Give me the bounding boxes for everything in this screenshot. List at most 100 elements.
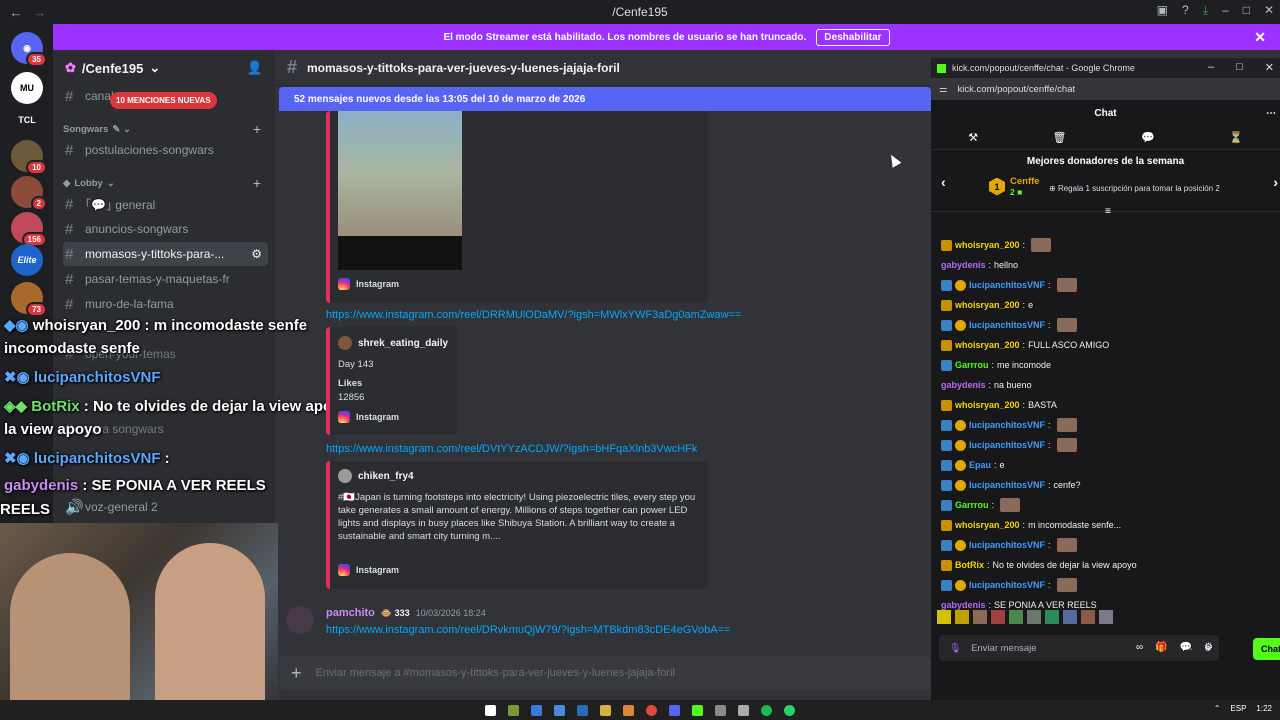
folder-icon[interactable] <box>600 704 611 716</box>
chat-username[interactable]: gabydenis <box>941 600 986 610</box>
taskbar-app-icon[interactable] <box>738 704 749 716</box>
chat-username[interactable]: Garrrou <box>955 500 989 510</box>
attach-plus-icon[interactable]: + <box>291 663 302 684</box>
server-header[interactable]: ✿ /Cenfe195 ⌄ <box>53 50 275 86</box>
message-author[interactable]: pamchito <box>326 607 375 619</box>
download-icon[interactable]: ⤓ <box>1203 3 1208 18</box>
gift-sub-hint[interactable]: ⊕ Regala 1 suscripción para tomar la pos… <box>1049 184 1220 193</box>
chat-username[interactable]: lucipanchitosVNF <box>969 580 1045 590</box>
server-icon[interactable]: TCL <box>11 104 43 136</box>
taskbar-app-icon[interactable] <box>715 704 726 716</box>
banner-close-icon[interactable]: ✕ <box>1254 29 1266 46</box>
maximize-icon[interactable]: □ <box>1243 3 1250 18</box>
whatsapp-icon[interactable] <box>784 704 795 716</box>
taskbar-app-icon[interactable] <box>508 704 519 716</box>
emote-icon[interactable] <box>1027 610 1041 624</box>
message-link[interactable]: https://www.instagram.com/reel/DRRMUlODa… <box>326 309 741 321</box>
chat-username[interactable]: whoisryan_200 <box>955 240 1020 250</box>
add-member-icon[interactable]: 👤 <box>247 60 263 76</box>
server-icon[interactable]: 73 <box>11 282 47 317</box>
minimize-icon[interactable]: – <box>1208 61 1214 74</box>
voice-channel[interactable]: 🔊 voz-general 2 <box>63 495 268 519</box>
video-thumbnail[interactable] <box>338 111 462 236</box>
tray-lang[interactable]: ESP <box>1230 704 1246 713</box>
chevron-right-icon[interactable]: › <box>1273 174 1278 190</box>
avatar[interactable] <box>286 606 314 634</box>
emote-icon[interactable] <box>1009 610 1023 624</box>
site-settings-icon[interactable]: ⚌ <box>939 84 948 95</box>
microphone-icon[interactable]: 🎙 <box>949 643 961 654</box>
chat-username[interactable]: lucipanchitosVNF <box>969 540 1045 550</box>
channel-item[interactable]: # pasar-temas-y-maquetas-fr <box>63 267 268 291</box>
tray-clock[interactable]: 1:22 <box>1256 704 1272 713</box>
help-icon[interactable]: ? <box>1182 3 1189 18</box>
channel-item[interactable]: # anuncios-songwars <box>63 217 268 241</box>
server-icon[interactable]: 10 <box>11 140 47 175</box>
server-icon[interactable]: 2 <box>11 176 47 211</box>
emote-icon[interactable] <box>1081 610 1095 624</box>
emote-icon[interactable] <box>973 610 987 624</box>
trash-icon[interactable]: 🗑 <box>1053 131 1067 144</box>
inbox-icon[interactable]: ▣ <box>1157 3 1168 18</box>
close-icon[interactable]: ✕ <box>1265 61 1274 74</box>
address-bar[interactable]: ⚌ kick.com/popout/cenffe/chat <box>931 78 1280 100</box>
hammer-icon[interactable]: ⚒ <box>968 131 978 144</box>
server-icon[interactable]: 156 <box>11 212 47 247</box>
chat-username[interactable]: lucipanchitosVNF <box>969 420 1045 430</box>
top-donor[interactable]: 1 Cenffe 2 ■ <box>989 176 1040 197</box>
link-icon[interactable]: ∞ <box>1136 642 1143 653</box>
channel-item[interactable]: # postulaciones-songwars <box>63 138 268 162</box>
chat-bubble-icon[interactable]: 💬 <box>1141 131 1155 144</box>
emote-icon[interactable] <box>955 610 969 624</box>
category-lobby[interactable]: ◆ Lobby ⌄ <box>63 178 115 189</box>
chevron-left-icon[interactable]: ‹ <box>941 174 946 190</box>
chat-username[interactable]: gabydenis <box>941 380 986 390</box>
emote-icon[interactable] <box>991 610 1005 624</box>
server-icon[interactable]: ◉ 35 <box>11 32 47 67</box>
chat-username[interactable]: gabydenis <box>941 260 986 270</box>
spotify-icon[interactable] <box>761 704 772 716</box>
add-channel-icon[interactable]: + <box>253 175 261 191</box>
message-icon[interactable]: 💬 <box>1180 642 1192 653</box>
chat-username[interactable]: lucipanchitosVNF <box>969 440 1045 450</box>
taskbar-app-icon[interactable] <box>554 704 565 716</box>
chrome-icon[interactable] <box>646 704 657 716</box>
chat-username[interactable]: whoisryan_200 <box>955 520 1020 530</box>
settings-icon[interactable]: ⚙ <box>251 247 262 261</box>
category-songwars[interactable]: Songwars ✎ ⌄ <box>63 124 131 135</box>
chat-username[interactable]: lucipanchitosVNF <box>969 480 1045 490</box>
start-icon[interactable] <box>485 704 496 716</box>
server-icon[interactable]: Elite <box>11 244 43 276</box>
chat-username[interactable]: lucipanchitosVNF <box>969 320 1045 330</box>
disable-streamer-button[interactable]: Deshabilitar <box>816 28 890 46</box>
taskbar-app-icon[interactable] <box>577 704 588 716</box>
channel-item[interactable]: # muro-de-la-fama <box>63 292 268 316</box>
more-options-icon[interactable]: ⋯ <box>1266 108 1276 119</box>
new-messages-bar[interactable]: 52 mensajes nuevos desde las 13:05 del 1… <box>279 87 931 111</box>
add-channel-icon[interactable]: + <box>253 121 261 137</box>
hourglass-icon[interactable]: ⏳ <box>1229 131 1243 144</box>
new-mentions-badge[interactable]: 10 MENCIONES NUEVAS <box>110 92 217 109</box>
collapse-icon[interactable]: ≡ <box>1105 206 1111 217</box>
chat-username[interactable]: whoisryan_200 <box>955 340 1020 350</box>
taskbar-app-icon[interactable] <box>623 704 634 716</box>
channel-item-active[interactable]: # momasos-y-tittoks-para-... ⚙ <box>63 242 268 266</box>
emote-icon[interactable] <box>1099 610 1113 624</box>
gear-icon[interactable]: ⚙ <box>1204 642 1213 653</box>
emote-icon[interactable] <box>937 610 951 624</box>
gift-icon[interactable]: 🎁 <box>1155 642 1167 653</box>
message-link[interactable]: https://www.instagram.com/reel/DRvkmuQjW… <box>326 624 730 636</box>
chat-username[interactable]: whoisryan_200 <box>955 400 1020 410</box>
chat-send-button[interactable]: Chat <box>1253 638 1280 660</box>
chat-username[interactable]: Garrrou <box>955 360 989 370</box>
emote-icon[interactable] <box>1063 610 1077 624</box>
chat-username[interactable]: whoisryan_200 <box>955 300 1020 310</box>
server-icon[interactable]: MU <box>11 72 43 104</box>
chevron-up-icon[interactable]: ⌃ <box>1214 704 1221 713</box>
taskbar-app-icon[interactable] <box>692 704 703 716</box>
discord-icon[interactable] <box>669 704 680 716</box>
close-icon[interactable]: ✕ <box>1264 3 1274 18</box>
chat-username[interactable]: BotRix <box>955 560 984 570</box>
message-link[interactable]: https://www.instagram.com/reel/DVtYYzACD… <box>326 443 697 455</box>
minimize-icon[interactable]: – <box>1222 3 1229 18</box>
